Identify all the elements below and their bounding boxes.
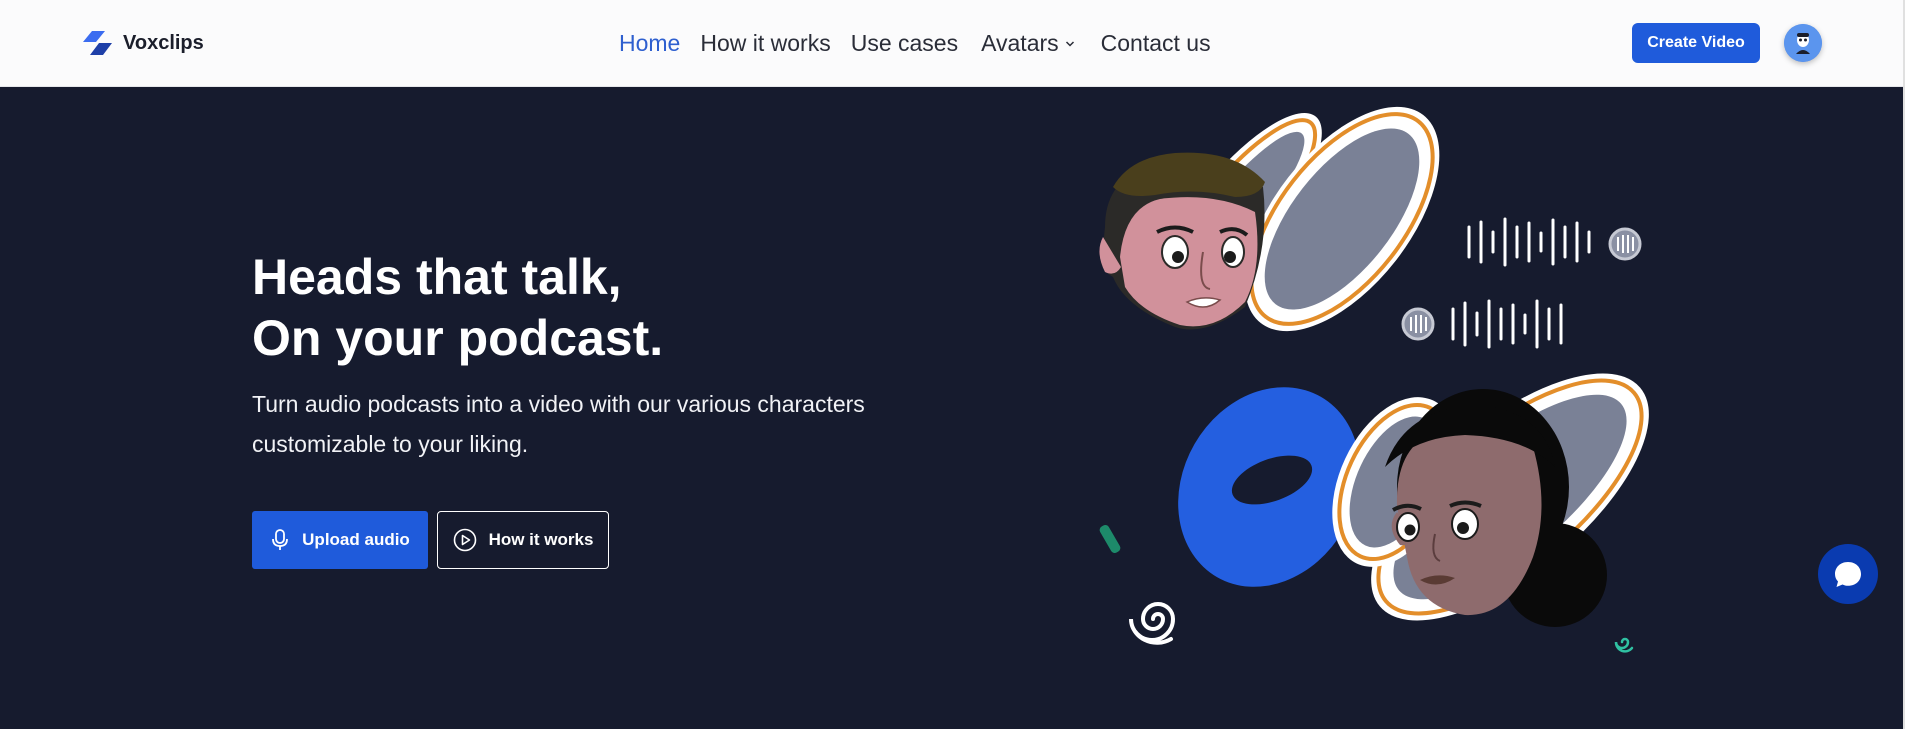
nav-avatars-label: Avatars [981, 30, 1059, 56]
hero-illustration [1099, 106, 1649, 653]
sound-icon-bottom [1401, 307, 1435, 341]
nav-how-it-works[interactable]: How it works [700, 30, 830, 57]
sound-wave-top [1467, 217, 1591, 267]
brand-name: Voxclips [123, 31, 204, 54]
nav-avatars-dropdown[interactable]: Avatars [981, 30, 1075, 57]
play-circle-icon [453, 528, 476, 552]
main-nav: Home How it works Use cases Avatars Cont… [619, 0, 1231, 87]
chevron-down-icon [1065, 40, 1074, 47]
teal-swirl-decoration [1614, 637, 1634, 653]
live-chat-button[interactable] [1818, 544, 1878, 604]
voxclips-logo-icon [83, 31, 112, 55]
nav-use-cases[interactable]: Use cases [851, 30, 958, 57]
hero-subtitle: Turn audio podcasts into a video with ou… [252, 391, 865, 457]
boy-avatar-head [1099, 152, 1265, 330]
brand-logo-link[interactable]: Voxclips [83, 28, 204, 58]
user-avatar[interactable] [1784, 24, 1822, 62]
nav-home[interactable]: Home [619, 30, 680, 57]
hero-title-line-1: Heads that talk, [252, 249, 622, 305]
microphone-icon [272, 529, 289, 550]
create-video-button[interactable]: Create Video [1632, 23, 1760, 63]
upload-audio-button[interactable]: Upload audio [252, 511, 428, 569]
green-dash-decoration [1099, 524, 1121, 554]
chat-bubble-icon [1835, 562, 1861, 587]
sound-icon-top [1608, 227, 1642, 261]
hero-title-line-2: On your podcast. [252, 310, 664, 366]
sound-wave-bottom [1451, 299, 1563, 349]
how-it-works-button[interactable]: How it works [437, 511, 609, 569]
nav-contact-us[interactable]: Contact us [1101, 30, 1211, 57]
hero-section: Heads that talk, On your podcast. Turn a… [0, 87, 1905, 729]
hero-title: Heads that talk, On your podcast. [252, 247, 663, 369]
white-spiral-decoration [1129, 602, 1176, 645]
top-navbar: Voxclips Home How it works Use cases Ava… [0, 0, 1905, 87]
how-it-works-label: How it works [488, 530, 594, 549]
user-avatar-icon [1784, 24, 1822, 62]
upload-audio-label: Upload audio [302, 530, 410, 549]
